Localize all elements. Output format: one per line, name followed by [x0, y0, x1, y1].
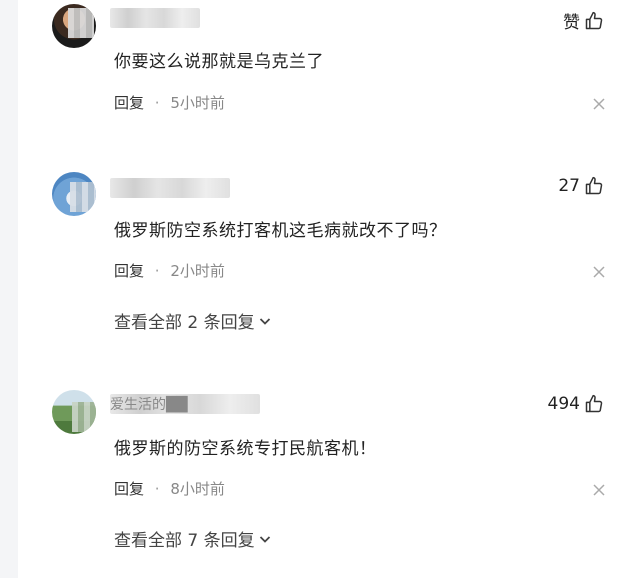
close-icon[interactable]	[592, 265, 606, 279]
chevron-down-icon	[259, 535, 270, 543]
close-icon[interactable]	[592, 97, 606, 111]
comment-meta: 回复 · 5小时前	[114, 92, 225, 113]
avatar[interactable]	[52, 390, 96, 434]
timestamp: 5小时前	[170, 94, 225, 112]
comment-item-3: 爱生活的██ 494 俄罗斯的防空系统专打民航客机！ 回复 · 8小时前 查看全…	[18, 386, 636, 578]
like-button[interactable]: 27	[558, 176, 604, 196]
separator-dot: ·	[154, 480, 160, 498]
comment-meta: 回复 · 2小时前	[114, 260, 225, 281]
like-button[interactable]: 赞	[563, 8, 604, 33]
view-all-replies-button[interactable]: 查看全部 7 条回复	[114, 526, 272, 551]
comment-meta: 回复 · 8小时前	[114, 478, 225, 499]
thumbs-up-icon	[585, 11, 603, 29]
comment-text: 你要这么说那就是乌克兰了	[114, 52, 324, 72]
avatar[interactable]	[52, 4, 96, 48]
username[interactable]: 爱生活的██	[110, 394, 260, 414]
timestamp: 8小时前	[170, 480, 225, 498]
like-button[interactable]: 494	[548, 394, 604, 414]
comment-text: 俄罗斯防空系统打客机这毛病就改不了吗？	[114, 221, 447, 241]
view-all-replies-label: 查看全部 7 条回复	[114, 531, 255, 551]
timestamp: 2小时前	[170, 262, 225, 280]
comment-item-1: ██████ 赞 你要这么说那就是乌克兰了 回复 · 5小时前	[18, 0, 636, 130]
avatar-blur	[70, 182, 96, 212]
view-all-replies-label: 查看全部 2 条回复	[114, 313, 255, 333]
comment-item-2: ██████ 27 俄罗斯防空系统打客机这毛病就改不了吗？ 回复 · 2小时前 …	[18, 168, 636, 348]
left-strip	[0, 0, 18, 578]
avatar-blur	[72, 402, 96, 432]
separator-dot: ·	[154, 262, 160, 280]
comment-text: 俄罗斯的防空系统专打民航客机！	[114, 439, 377, 459]
avatar-blur	[68, 8, 94, 38]
avatar[interactable]	[52, 172, 96, 216]
view-all-replies-button[interactable]: 查看全部 2 条回复	[114, 308, 272, 333]
like-count: 27	[558, 176, 580, 196]
close-icon[interactable]	[592, 483, 606, 497]
chevron-down-icon	[259, 317, 270, 325]
like-count: 494	[547, 394, 580, 414]
username[interactable]: ██████	[110, 178, 230, 198]
like-count: 赞	[563, 13, 580, 33]
reply-button[interactable]: 回复	[114, 480, 144, 498]
separator-dot: ·	[154, 94, 160, 112]
reply-button[interactable]: 回复	[114, 94, 144, 112]
username[interactable]: ██████	[110, 8, 200, 28]
thumbs-up-icon	[585, 394, 603, 413]
thumbs-up-icon	[585, 176, 603, 195]
reply-button[interactable]: 回复	[114, 262, 144, 280]
